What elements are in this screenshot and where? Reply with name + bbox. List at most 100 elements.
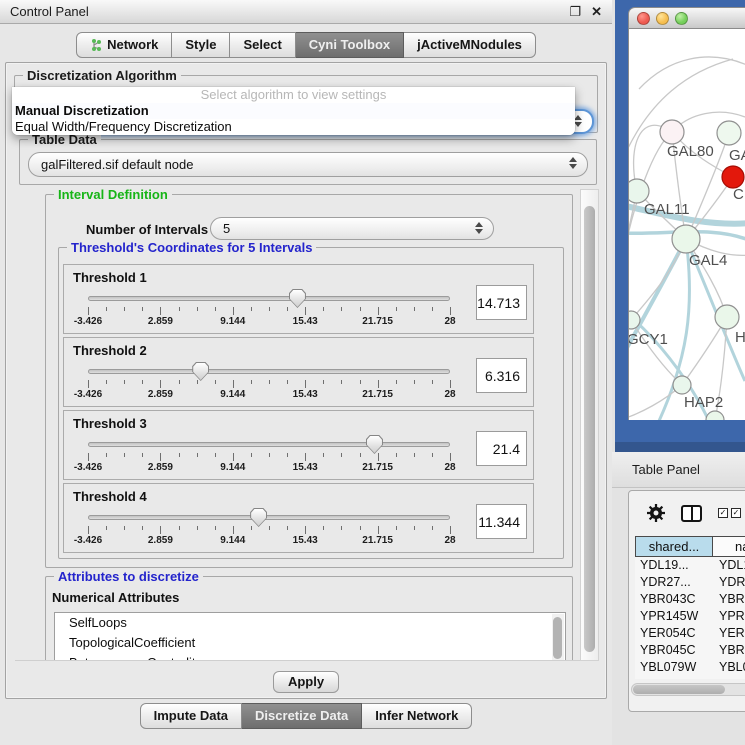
threshold-slider[interactable]: -3.4262.8599.14415.4321.71528 (88, 508, 450, 552)
select-all-checkboxes-icon[interactable]: ✓✓ (718, 508, 741, 518)
threshold-label: Threshold 3 (73, 416, 147, 431)
right-column: GAL80GACGAL11GAL4GCY1HHAP2 Table Panel ✓… (612, 0, 745, 745)
slider-track[interactable] (88, 515, 450, 520)
network-node[interactable] (672, 225, 700, 253)
tab-style[interactable]: Style (172, 32, 230, 58)
combo-spinner-icon (475, 222, 483, 234)
tab-discretize-data[interactable]: Discretize Data (242, 703, 362, 729)
table-cell[interactable]: YBR0 (713, 591, 745, 608)
panel-scrollbar[interactable] (580, 189, 599, 661)
network-node-label-c: C (733, 186, 744, 203)
table-cell[interactable]: YLR3 (713, 676, 745, 679)
table-row[interactable]: YBL079WYBL0 (635, 659, 745, 676)
number-of-intervals-combobox[interactable]: 5 (210, 217, 494, 240)
table-cell[interactable]: YBR045C (635, 642, 713, 659)
tab-network[interactable]: Network (76, 32, 172, 58)
table-cell[interactable]: YDL1 (713, 557, 745, 574)
table-row[interactable]: YDL19...YDL1 (635, 557, 745, 574)
network-node[interactable] (717, 121, 741, 145)
network-node-label-gal11: GAL11 (644, 201, 690, 218)
number-of-intervals-label: Number of Intervals (86, 222, 208, 237)
column-header-shared[interactable]: shared... (635, 536, 713, 557)
close-panel-icon[interactable]: ✕ (591, 5, 602, 18)
slider-thumb[interactable] (192, 362, 209, 381)
threshold-slider[interactable]: -3.4262.8599.14415.4321.71528 (88, 362, 450, 406)
table-hscrollbar[interactable] (631, 683, 745, 696)
float-window-icon[interactable]: ❐ (569, 5, 581, 18)
table-row[interactable]: YPR145WYPR1 (635, 608, 745, 625)
column-header-na[interactable]: na (713, 536, 745, 557)
threshold-value-field[interactable] (476, 431, 527, 466)
network-node[interactable] (715, 305, 739, 329)
slider-track[interactable] (88, 296, 450, 301)
panel-title: Control Panel (10, 4, 89, 19)
table-panel-title: Table Panel (632, 462, 700, 477)
threshold-value-field[interactable] (476, 358, 527, 393)
list-scrollbar[interactable] (552, 614, 564, 661)
table-cell[interactable]: YDR27... (635, 574, 713, 591)
slider-track[interactable] (88, 369, 450, 374)
apply-button[interactable]: Apply (273, 671, 339, 693)
table-row[interactable]: YBR045CYBR0 (635, 642, 745, 659)
slider-ticks (88, 307, 450, 315)
dropdown-option-equal-width-frequency-discretization[interactable]: Equal Width/Frequency Discretization (12, 119, 575, 135)
slider-thumb[interactable] (250, 508, 267, 527)
tab-jactivemnodules[interactable]: jActiveMNodules (404, 32, 536, 58)
interval-definition-label: Interval Definition (54, 189, 172, 202)
number-of-intervals-value: 5 (223, 221, 230, 236)
node-table: shared...na YDL19...YDL1YDR27...YDR2YBR0… (635, 536, 745, 679)
slider-track[interactable] (88, 442, 450, 447)
show-columns-icon[interactable] (681, 505, 702, 522)
threshold-2-box: Threshold 2-3.4262.8599.14415.4321.71528 (63, 337, 534, 407)
table-cell[interactable]: YDL19... (635, 557, 713, 574)
threshold-value-field[interactable] (476, 504, 527, 539)
panel-scrollbar-thumb[interactable] (584, 206, 595, 652)
slider-thumb[interactable] (366, 435, 383, 454)
network-node[interactable] (722, 166, 744, 188)
network-canvas[interactable]: GAL80GACGAL11GAL4GCY1HHAP2 (628, 29, 745, 420)
table-row[interactable]: YDR27...YDR2 (635, 574, 745, 591)
threshold-slider[interactable]: -3.4262.8599.14415.4321.71528 (88, 435, 450, 479)
mac-zoom-button[interactable] (675, 12, 688, 25)
network-window-titlebar[interactable] (628, 7, 745, 29)
threshold-label: Threshold 1 (73, 270, 147, 285)
apply-row: Apply (6, 663, 606, 699)
table-cell[interactable]: YBL079W (635, 659, 713, 676)
table-row[interactable]: YBR043CYBR0 (635, 591, 745, 608)
dropdown-option-manual-discretization[interactable]: Manual Discretization (12, 103, 575, 119)
tab-label: Impute Data (154, 708, 228, 723)
threshold-slider[interactable]: -3.4262.8599.14415.4321.71528 (88, 289, 450, 333)
slider-thumb[interactable] (289, 289, 306, 308)
tab-infer-network[interactable]: Infer Network (362, 703, 472, 729)
table-cell[interactable]: YBR043C (635, 591, 713, 608)
table-cell[interactable]: YER0 (713, 625, 745, 642)
table-data-value: galFiltered.sif default node (41, 157, 193, 172)
mac-minimize-button[interactable] (656, 12, 669, 25)
table-row[interactable]: YLR345WYLR3 (635, 676, 745, 679)
table-cell[interactable]: YER054C (635, 625, 713, 642)
network-edge[interactable] (639, 57, 745, 89)
table-cell[interactable]: YDR2 (713, 574, 745, 591)
table-data-combobox[interactable]: galFiltered.sif default node (28, 152, 588, 177)
table-cell[interactable]: YBR0 (713, 642, 745, 659)
table-data-group: Table Data galFiltered.sif default node (19, 139, 597, 185)
table-cell[interactable]: YPR1 (713, 608, 745, 625)
tab-select[interactable]: Select (230, 32, 295, 58)
network-node[interactable] (706, 411, 724, 420)
attribute-item-betweennesscentrality[interactable]: BetweennessCentrality (55, 653, 565, 661)
network-node[interactable] (673, 376, 691, 394)
threshold-value-field[interactable] (476, 285, 527, 320)
table-row[interactable]: YER054CYER0 (635, 625, 745, 642)
network-node[interactable] (629, 179, 649, 203)
tab-cyni-toolbox[interactable]: Cyni Toolbox (296, 32, 404, 58)
table-cell[interactable]: YBL0 (713, 659, 745, 676)
gear-icon[interactable] (647, 504, 665, 522)
network-node[interactable] (660, 120, 684, 144)
attribute-item-topologicalcoefficient[interactable]: TopologicalCoefficient (55, 633, 565, 653)
mac-close-button[interactable] (637, 12, 650, 25)
tab-impute-data[interactable]: Impute Data (140, 703, 242, 729)
attribute-item-selfloops[interactable]: SelfLoops (55, 613, 565, 633)
table-hscrollbar-thumb[interactable] (633, 685, 725, 694)
table-cell[interactable]: YPR145W (635, 608, 713, 625)
table-cell[interactable]: YLR345W (635, 676, 713, 679)
